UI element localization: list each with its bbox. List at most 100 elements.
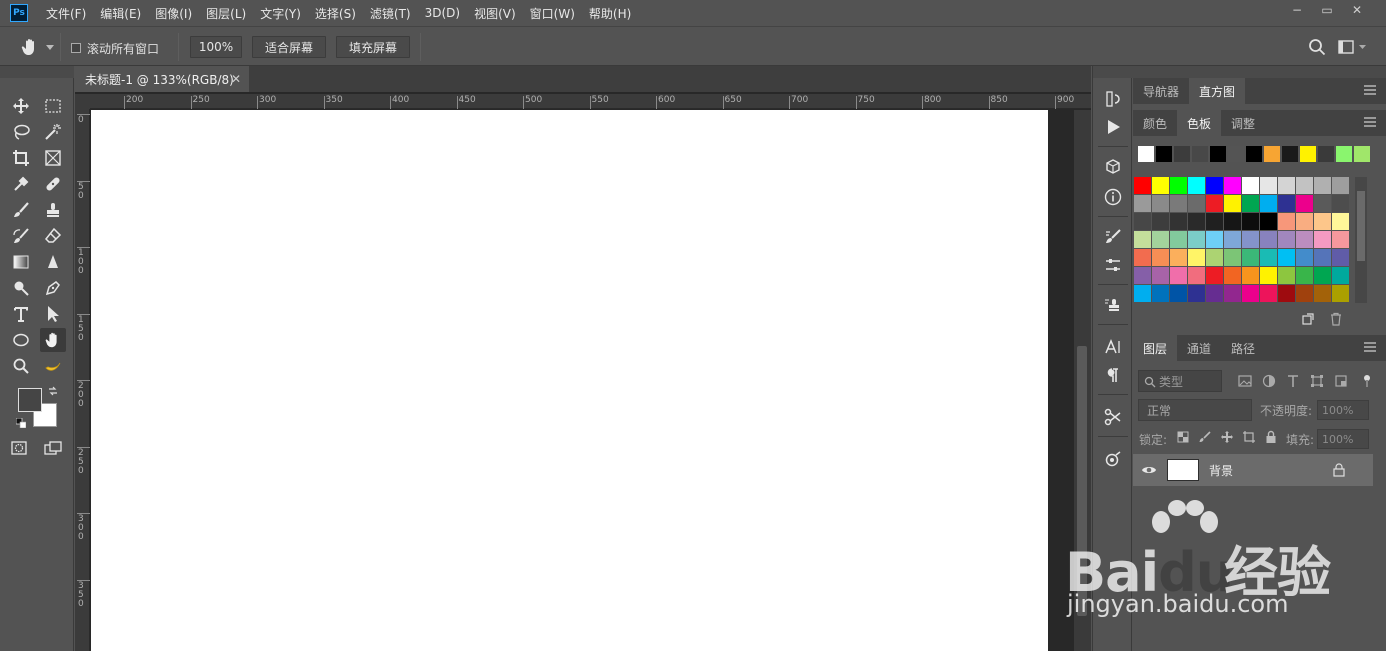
- swatch[interactable]: [1242, 231, 1259, 248]
- recent-swatch[interactable]: [1210, 146, 1226, 162]
- blend-mode-select[interactable]: 正常: [1138, 399, 1252, 421]
- image-filter-icon[interactable]: [1238, 374, 1252, 388]
- brush-settings-button[interactable]: [1102, 226, 1124, 248]
- type-tool[interactable]: [8, 302, 34, 326]
- ellipse-tool[interactable]: [8, 328, 34, 352]
- swatch[interactable]: [1206, 213, 1223, 230]
- shape-filter-icon[interactable]: [1310, 374, 1324, 388]
- swatch[interactable]: [1170, 213, 1187, 230]
- foreground-color-swatch[interactable]: [18, 388, 42, 412]
- swatch[interactable]: [1206, 231, 1223, 248]
- swatch[interactable]: [1314, 213, 1331, 230]
- swatch[interactable]: [1170, 285, 1187, 302]
- swatch[interactable]: [1224, 267, 1241, 284]
- path-selection-tool[interactable]: [40, 302, 66, 326]
- swatch[interactable]: [1314, 249, 1331, 266]
- layer-row[interactable]: 背景: [1133, 454, 1373, 486]
- recent-swatch[interactable]: [1138, 146, 1154, 162]
- clone-source-button[interactable]: [1102, 294, 1124, 316]
- swatch[interactable]: [1134, 195, 1151, 212]
- swatch[interactable]: [1278, 267, 1295, 284]
- swatch[interactable]: [1206, 195, 1223, 212]
- swatch[interactable]: [1134, 249, 1151, 266]
- swatch[interactable]: [1134, 267, 1151, 284]
- crop-tool[interactable]: [8, 146, 34, 170]
- swatch[interactable]: [1206, 177, 1223, 194]
- swatch[interactable]: [1332, 231, 1349, 248]
- swatch[interactable]: [1278, 195, 1295, 212]
- swatch[interactable]: [1242, 267, 1259, 284]
- swatch[interactable]: [1332, 249, 1349, 266]
- swatch[interactable]: [1332, 177, 1349, 194]
- close-button[interactable]: ✕: [1342, 0, 1372, 20]
- menu-image[interactable]: 图像(I): [155, 5, 192, 22]
- swatch[interactable]: [1278, 213, 1295, 230]
- swatch[interactable]: [1152, 267, 1169, 284]
- frame-tool[interactable]: [40, 146, 66, 170]
- swatch[interactable]: [1296, 249, 1313, 266]
- swatch[interactable]: [1152, 177, 1169, 194]
- swatch[interactable]: [1296, 267, 1313, 284]
- tool-presets-button[interactable]: [1102, 406, 1124, 428]
- menu-layer[interactable]: 图层(L): [206, 5, 246, 22]
- tab-color[interactable]: 颜色: [1133, 110, 1177, 136]
- swatch[interactable]: [1242, 195, 1259, 212]
- zoom-tool[interactable]: [8, 354, 34, 378]
- swatch[interactable]: [1278, 177, 1295, 194]
- menu-file[interactable]: 文件(F): [46, 5, 86, 22]
- swatch[interactable]: [1170, 249, 1187, 266]
- swatch[interactable]: [1242, 285, 1259, 302]
- 3d-panel-button[interactable]: [1102, 156, 1124, 178]
- quick-mask-button[interactable]: [6, 436, 32, 460]
- workspace-switcher-icon[interactable]: [1338, 39, 1368, 55]
- close-tab-icon[interactable]: ✕: [231, 72, 241, 86]
- recent-swatch[interactable]: [1318, 146, 1334, 162]
- type-filter-icon[interactable]: [1286, 374, 1300, 388]
- recent-swatch[interactable]: [1336, 146, 1352, 162]
- vertical-scrollbar[interactable]: [1074, 110, 1091, 651]
- default-colors-icon[interactable]: [16, 418, 26, 428]
- chevron-down-icon[interactable]: [46, 45, 54, 51]
- swatch[interactable]: [1170, 195, 1187, 212]
- recent-swatch[interactable]: [1246, 146, 1262, 162]
- trash-icon[interactable]: [1329, 312, 1343, 326]
- swatch[interactable]: [1170, 177, 1187, 194]
- scrollbar-thumb[interactable]: [1357, 191, 1365, 261]
- eyedropper-tool[interactable]: [8, 172, 34, 196]
- swatch[interactable]: [1260, 267, 1277, 284]
- recent-swatch[interactable]: [1264, 146, 1280, 162]
- swatch[interactable]: [1152, 195, 1169, 212]
- clone-stamp-tool[interactable]: [40, 198, 66, 222]
- swatch[interactable]: [1152, 285, 1169, 302]
- menu-type[interactable]: 文字(Y): [260, 5, 301, 22]
- swatch[interactable]: [1152, 213, 1169, 230]
- blur-tool[interactable]: [40, 250, 66, 274]
- hand-tool-icon[interactable]: [20, 37, 40, 57]
- character-panel-button[interactable]: [1102, 336, 1124, 358]
- eye-icon[interactable]: [1141, 463, 1157, 477]
- lock-position-icon[interactable]: [1220, 430, 1234, 444]
- history-brush-tool[interactable]: [8, 224, 34, 248]
- swatch[interactable]: [1188, 177, 1205, 194]
- opacity-input[interactable]: 100%: [1317, 400, 1369, 420]
- panel-collapse-bar[interactable]: [1093, 66, 1133, 78]
- tab-adjustments[interactable]: 调整: [1221, 110, 1265, 136]
- swatch[interactable]: [1188, 249, 1205, 266]
- layer-name[interactable]: 背景: [1209, 462, 1233, 479]
- layer-filter-select[interactable]: 类型: [1138, 370, 1222, 392]
- swatch[interactable]: [1260, 249, 1277, 266]
- menu-window[interactable]: 窗口(W): [530, 5, 575, 22]
- marquee-tool[interactable]: [40, 94, 66, 118]
- menu-filter[interactable]: 滤镜(T): [370, 5, 411, 22]
- zoom-100-button[interactable]: 100%: [190, 36, 242, 58]
- recent-swatch[interactable]: [1300, 146, 1316, 162]
- menu-3d[interactable]: 3D(D): [425, 6, 460, 20]
- swatch[interactable]: [1206, 249, 1223, 266]
- swatch[interactable]: [1314, 267, 1331, 284]
- swatch[interactable]: [1134, 285, 1151, 302]
- restore-button[interactable]: ▭: [1312, 0, 1342, 20]
- swatch[interactable]: [1296, 285, 1313, 302]
- info-panel-button[interactable]: [1102, 186, 1124, 208]
- tab-layers[interactable]: 图层: [1133, 335, 1178, 361]
- swatch[interactable]: [1296, 213, 1313, 230]
